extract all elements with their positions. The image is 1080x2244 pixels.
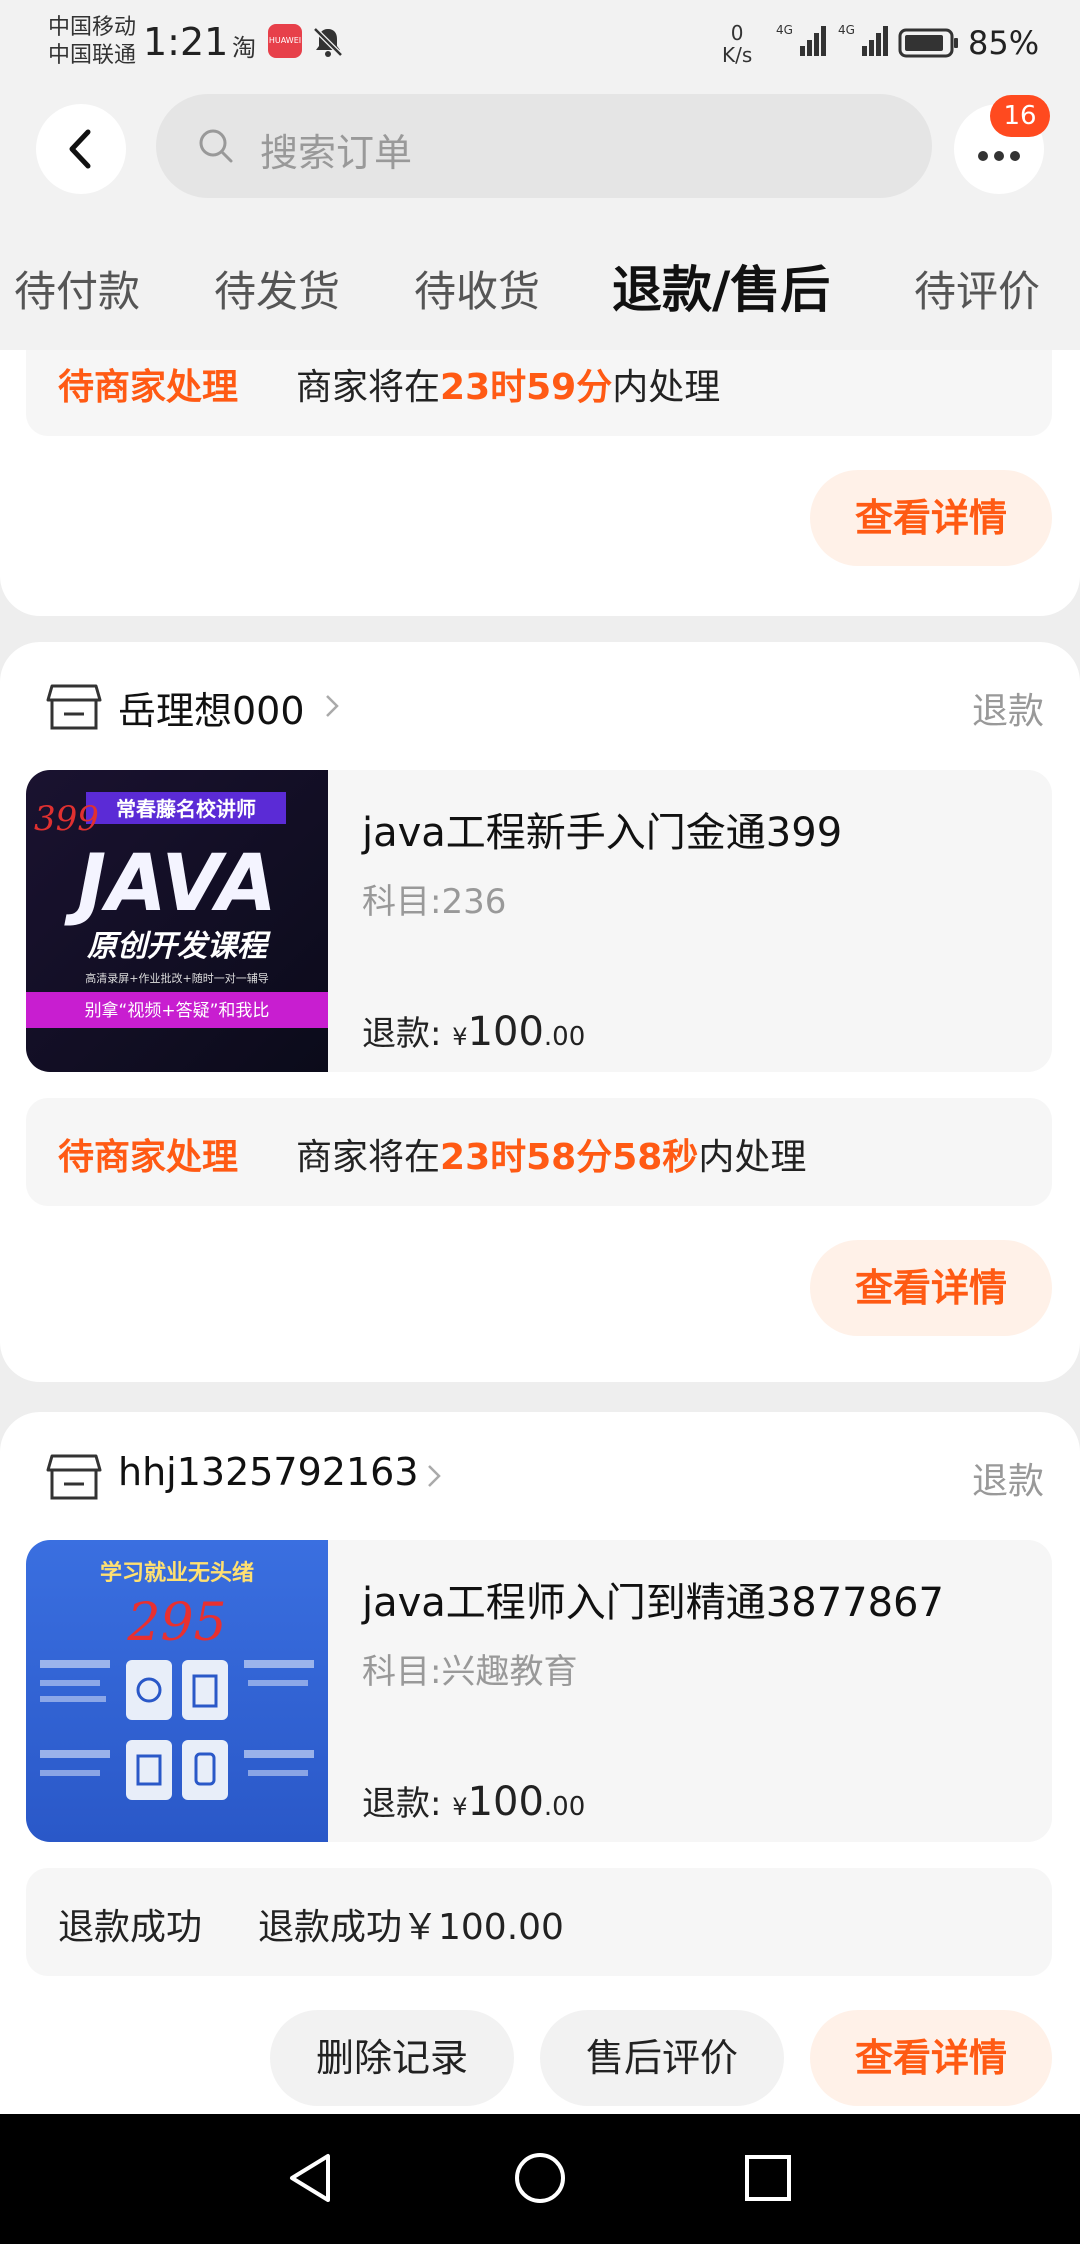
- countdown-text: 23时58分58秒: [440, 1137, 699, 1178]
- refund-status-box: 待商家处理 商家将在23时59分内处理: [26, 350, 1052, 436]
- clock: 1:21: [143, 20, 229, 64]
- thumb-big-text: JAVA: [64, 839, 277, 929]
- tab-refund-aftersale[interactable]: 退款/售后: [612, 250, 830, 322]
- huawei-app-icon: HUAWEI: [268, 24, 302, 58]
- tab-pending-review[interactable]: 待评价: [914, 258, 1040, 319]
- product-title: java工程师入门到精通3877867: [362, 1580, 944, 1626]
- currency-symbol: ¥: [452, 1023, 468, 1051]
- thumb-bottom-text: 别拿“视频+答疑”和我比: [85, 1000, 270, 1021]
- currency-symbol: ¥: [452, 1793, 468, 1821]
- product-title: java工程新手入门金通399: [362, 810, 843, 856]
- nav-home-icon[interactable]: [512, 2150, 568, 2206]
- chevron-right-icon: [428, 1465, 441, 1487]
- back-button[interactable]: [36, 104, 126, 194]
- signal-icon: 4G: [776, 23, 826, 56]
- message-count-badge: 16: [990, 95, 1050, 137]
- refund-status-message: 商家将在23时59分内处理: [296, 358, 720, 410]
- carrier-1: 中国移动: [48, 15, 137, 40]
- product-item[interactable]: 常春藤名校讲师 399 JAVA 原创开发课程 高清录屏+作业批改+随时一对一辅…: [26, 770, 1052, 1072]
- tab-pending-receipt[interactable]: 待收货: [414, 258, 540, 319]
- price-integer: 100: [467, 1779, 544, 1825]
- thumb-scrawl: 399: [34, 799, 99, 839]
- battery-icon: [898, 28, 958, 58]
- order-card: hhj1325792163 退款 学习就业无头绪 295 java工程师入门到精…: [0, 1412, 1080, 2114]
- view-details-button[interactable]: 查看详情: [810, 470, 1052, 566]
- price-label: 退款:: [362, 1784, 442, 1824]
- search-input[interactable]: 搜索订单: [156, 94, 932, 198]
- refund-amount: 退款: ¥100.00: [362, 1006, 585, 1055]
- message-suffix: 内处理: [698, 1137, 807, 1178]
- thumb-number: 295: [126, 1593, 226, 1653]
- store-name[interactable]: hhj1325792163: [118, 1450, 419, 1494]
- header: 搜索订单 16 待付款 待发货 待收货 退款/售后 待评价: [0, 90, 1080, 350]
- countdown-text: 23时59分: [440, 367, 613, 408]
- tab-pending-payment[interactable]: 待付款: [14, 258, 140, 319]
- price-decimal: .00: [543, 1022, 586, 1052]
- net-speed-value: 0: [730, 21, 744, 45]
- taobao-notification-icon: 淘: [232, 34, 256, 62]
- message-prefix: 商家将在: [296, 1137, 441, 1178]
- refund-status-message: 退款成功￥100.00: [258, 1907, 564, 1948]
- store-icon: [46, 684, 102, 730]
- aftersale-review-button[interactable]: 售后评价: [540, 2010, 784, 2106]
- refund-status-label: 待商家处理: [58, 1137, 239, 1178]
- refund-status-box: 待商家处理 商家将在23时58分58秒内处理: [26, 1098, 1052, 1206]
- battery-percent: 85%: [968, 24, 1040, 62]
- refund-type: 退款: [971, 691, 1044, 732]
- refund-status-label: 退款成功: [58, 1907, 203, 1948]
- carrier-2: 中国联通: [48, 43, 137, 68]
- back-arrow-icon: [69, 129, 91, 169]
- signal-4g-label: 4G: [776, 23, 793, 37]
- refund-type: 退款: [971, 1461, 1044, 1502]
- search-placeholder: 搜索订单: [260, 131, 413, 175]
- message-prefix: 商家将在: [296, 367, 441, 408]
- signal-icon-2: 4G: [838, 23, 888, 56]
- thumb-sub-text: 原创开发课程: [87, 929, 271, 964]
- chevron-right-icon: [326, 695, 339, 717]
- message-suffix: 内处理: [612, 367, 721, 408]
- thumb-top-text: 学习就业无头绪: [100, 1560, 254, 1586]
- mute-bell-icon: [313, 27, 343, 57]
- refund-status-message: 商家将在23时58分58秒内处理: [296, 1128, 806, 1180]
- status-bar: 中国移动 中国联通 1:21 淘 HUAWEI 0 K/s 4G 4G 85%: [0, 0, 1080, 90]
- net-speed-unit: K/s: [722, 43, 753, 67]
- refund-amount: 退款: ¥100.00: [362, 1776, 585, 1825]
- net-speed: 0 K/s: [722, 22, 752, 66]
- nav-recents-icon[interactable]: [740, 2150, 796, 2206]
- signal-4g-label-2: 4G: [838, 23, 855, 37]
- refund-status-box: 退款成功 退款成功￥100.00: [26, 1868, 1052, 1976]
- store-name[interactable]: 岳理想000: [118, 680, 305, 735]
- product-item[interactable]: 学习就业无头绪 295 java工程师入门到精通3877867 科目:兴趣教育 …: [26, 1540, 1052, 1842]
- search-icon: [199, 129, 233, 163]
- order-card: 岳理想000 退款 常春藤名校讲师 399 JAVA 原创开发课程 高清录屏+作…: [0, 642, 1080, 1382]
- view-details-button[interactable]: 查看详情: [810, 2010, 1052, 2106]
- price-decimal: .00: [543, 1792, 586, 1822]
- delete-record-button[interactable]: 删除记录: [270, 2010, 514, 2106]
- product-thumbnail: 常春藤名校讲师 399 JAVA 原创开发课程 高清录屏+作业批改+随时一对一辅…: [26, 770, 328, 1072]
- system-navigation-bar: [0, 2114, 1080, 2244]
- refund-status-label: 待商家处理: [58, 367, 239, 408]
- product-thumbnail: 学习就业无头绪 295: [26, 1540, 328, 1842]
- price-label: 退款:: [362, 1014, 442, 1054]
- nav-back-icon[interactable]: [284, 2150, 340, 2206]
- thumb-top-text: 常春藤名校讲师: [116, 797, 256, 821]
- price-integer: 100: [467, 1009, 544, 1055]
- store-icon: [46, 1454, 102, 1500]
- carrier-info: 中国移动 中国联通: [48, 14, 136, 70]
- view-details-button[interactable]: 查看详情: [810, 1240, 1052, 1336]
- product-subject: 科目:236: [362, 882, 507, 922]
- thumb-small-text: 高清录屏+作业批改+随时一对一辅导: [85, 971, 268, 985]
- product-subject: 科目:兴趣教育: [362, 1652, 578, 1692]
- tab-pending-shipment[interactable]: 待发货: [214, 258, 340, 319]
- order-card: 待商家处理 商家将在23时59分内处理 查看详情: [0, 350, 1080, 616]
